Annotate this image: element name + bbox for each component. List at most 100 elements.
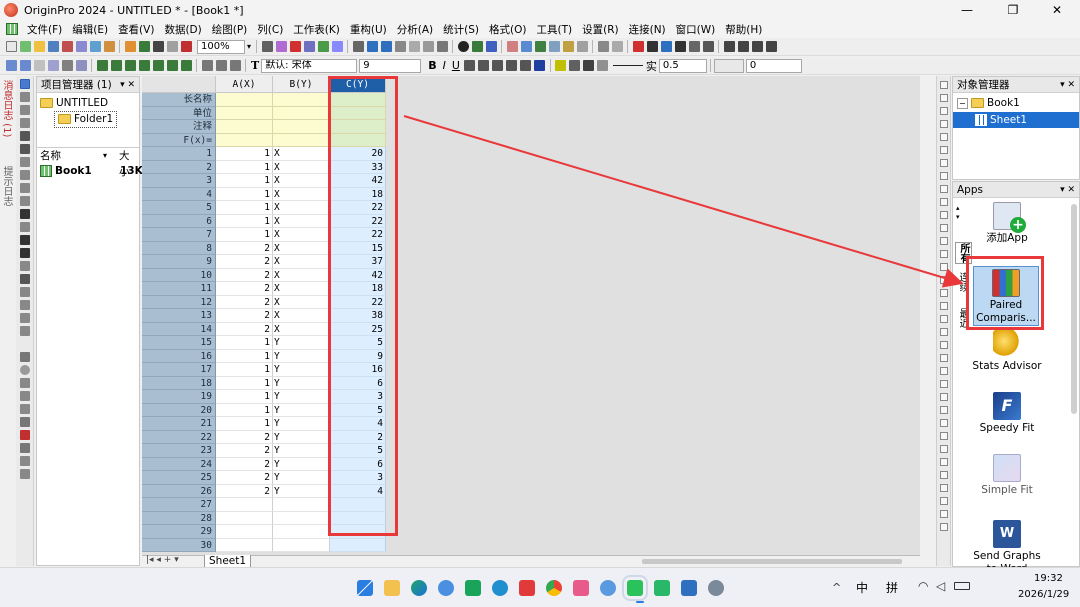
table-cell[interactable]: 1 [216, 147, 273, 161]
duplicate-icon[interactable] [303, 41, 315, 52]
fill-color-icon[interactable] [555, 60, 567, 71]
table-cell[interactable]: 2 [216, 457, 273, 471]
table-cell[interactable]: X [273, 174, 330, 188]
row-header[interactable]: 2 [142, 160, 216, 174]
rt-tool-icon[interactable] [939, 341, 948, 349]
pattern-icon[interactable] [569, 60, 581, 71]
subscript-icon[interactable] [478, 60, 490, 71]
table-cell[interactable] [216, 498, 273, 512]
horizontal-scrollbar[interactable] [642, 559, 902, 564]
text-tool-icon[interactable] [19, 209, 30, 219]
value-field[interactable]: 0 [745, 58, 802, 73]
apps-scroll-arrows[interactable]: ▴ ▾ [956, 204, 960, 222]
table-cell[interactable]: 2 [216, 430, 273, 444]
region-mask-icon[interactable] [19, 313, 30, 323]
tree-sheet1[interactable]: Sheet1 [953, 112, 1079, 128]
arrange-icon[interactable] [61, 60, 73, 71]
arrow-tool-icon[interactable] [19, 235, 30, 245]
grid-icon[interactable] [597, 41, 609, 52]
row-header[interactable]: 21 [142, 417, 216, 431]
rt-tool-icon[interactable] [939, 497, 948, 505]
code-builder-icon[interactable] [331, 41, 343, 52]
table-cell[interactable]: 2 [216, 282, 273, 296]
corner-cell[interactable] [142, 76, 216, 93]
grid-tool-icon[interactable] [19, 469, 30, 479]
rt-tool-icon[interactable] [939, 250, 948, 258]
table-cell[interactable]: 1 [216, 214, 273, 228]
bold-button[interactable]: B [428, 59, 436, 72]
label-icon[interactable] [688, 41, 700, 52]
pointer-tool-icon[interactable] [19, 79, 30, 89]
rt-tool-icon[interactable] [939, 237, 948, 245]
x-icon[interactable] [646, 41, 658, 52]
row-header[interactable]: 15 [142, 336, 216, 350]
messages-icon[interactable] [408, 41, 420, 52]
table-cell[interactable]: Y [273, 457, 330, 471]
column-statistics-icon[interactable] [534, 41, 546, 52]
open-template-icon[interactable] [124, 41, 136, 52]
table-cell[interactable]: 1 [216, 201, 273, 215]
rt-tool-icon[interactable] [939, 159, 948, 167]
row-header[interactable]: 28 [142, 511, 216, 525]
tree-root[interactable]: UNTITLED [40, 96, 137, 111]
table-cell[interactable]: X [273, 268, 330, 282]
row-header[interactable]: 13 [142, 309, 216, 323]
rt-tool-icon[interactable] [939, 328, 948, 336]
add-column-icon[interactable] [520, 41, 532, 52]
meta-cell[interactable] [216, 133, 273, 147]
layers-icon[interactable] [485, 41, 497, 52]
menu-worksheet[interactable]: 工作表(K) [288, 22, 345, 37]
refresh-icon[interactable] [166, 41, 178, 52]
move-last-icon[interactable] [765, 41, 777, 52]
table-cell[interactable]: 1 [216, 417, 273, 431]
app-green-icon[interactable] [465, 580, 481, 596]
rt-tool-icon[interactable] [939, 354, 948, 362]
table-cell[interactable]: Y [273, 363, 330, 377]
new-matrix-icon[interactable] [75, 41, 87, 52]
copy-page-icon[interactable] [275, 41, 287, 52]
col-name-header[interactable]: 名称 [40, 150, 61, 162]
table-cell[interactable]: X [273, 187, 330, 201]
table-cell[interactable]: 2 [216, 322, 273, 336]
row-header[interactable]: 29 [142, 525, 216, 539]
line-type-icon[interactable] [597, 60, 609, 71]
command-window-icon[interactable] [394, 41, 406, 52]
table-cell[interactable]: Y [273, 390, 330, 404]
row-header[interactable]: 12 [142, 295, 216, 309]
font-size-field[interactable]: 9 [359, 58, 422, 73]
merge-icon[interactable] [75, 60, 87, 71]
italic-button[interactable]: I [443, 59, 446, 72]
table-cell[interactable]: 1 [216, 376, 273, 390]
new-workbook-icon[interactable] [19, 41, 31, 52]
split-icon[interactable] [124, 60, 136, 71]
rescale-icon[interactable] [33, 60, 45, 71]
table-cell[interactable]: 1 [216, 363, 273, 377]
unstack-icon[interactable] [152, 60, 164, 71]
results-log-icon[interactable] [317, 41, 329, 52]
settings-icon[interactable] [708, 580, 724, 596]
table-cell[interactable] [273, 511, 330, 525]
rt-tool-icon[interactable] [939, 484, 948, 492]
menu-data[interactable]: 数据(D) [159, 22, 206, 37]
app-simple-fit[interactable]: Simple Fit [971, 454, 1043, 497]
rt-tool-icon[interactable] [939, 81, 948, 89]
rt-tool-icon[interactable] [939, 211, 948, 219]
apps-icon[interactable] [380, 41, 392, 52]
rt-tool-icon[interactable] [939, 185, 948, 193]
origin-taskbar-icon[interactable] [681, 580, 697, 596]
meta-row-header[interactable]: F(x)= [142, 133, 216, 147]
polyline-icon[interactable] [19, 378, 30, 388]
wechat-icon[interactable] [622, 575, 648, 601]
row-header[interactable]: 6 [142, 214, 216, 228]
row-header[interactable]: 22 [142, 430, 216, 444]
rt-tool-icon[interactable] [939, 120, 948, 128]
sort-icon[interactable] [548, 41, 560, 52]
wifi-icon[interactable]: ◠ [918, 579, 928, 593]
table-cell[interactable]: X [273, 214, 330, 228]
menu-format[interactable]: 格式(O) [484, 22, 531, 37]
table-cell[interactable]: 1 [216, 336, 273, 350]
disregard-icon[interactable] [702, 41, 714, 52]
table-cell[interactable] [273, 538, 330, 552]
box-tool-icon[interactable] [19, 222, 30, 232]
app-stats-advisor[interactable]: Stats Advisor [971, 330, 1043, 373]
